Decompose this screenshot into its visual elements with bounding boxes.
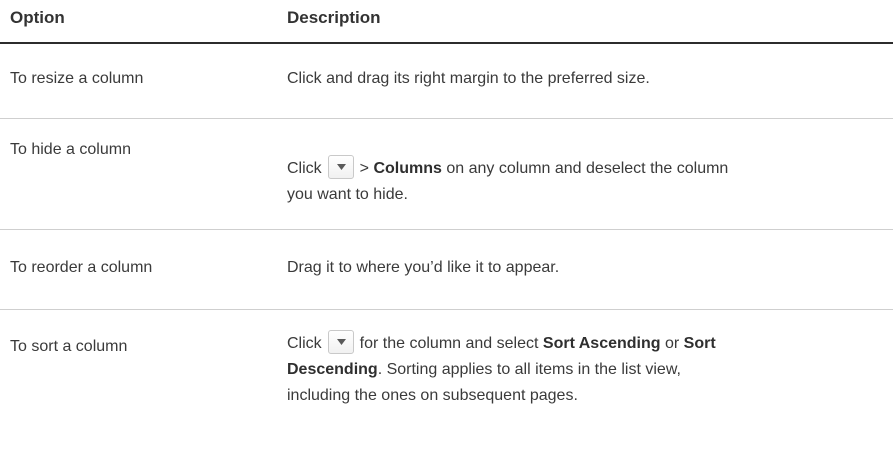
description-text: Click bbox=[287, 335, 322, 352]
description-text: on any column and deselect the column bbox=[446, 160, 729, 177]
table-row: To resize a column Click and drag its ri… bbox=[0, 44, 893, 119]
description-text: you want to hide. bbox=[287, 186, 408, 203]
description-cell: Click and drag its right margin to the p… bbox=[287, 66, 887, 92]
description-bold: Sort Ascending bbox=[542, 335, 661, 352]
column-menu-button[interactable] bbox=[327, 154, 354, 179]
header-option: Option bbox=[10, 8, 65, 27]
description-cell: Click for the column and select Sort Asce… bbox=[287, 329, 887, 409]
description-line: including the ones on subsequent pages. bbox=[287, 383, 887, 409]
dropdown-arrow-icon bbox=[336, 338, 346, 345]
option-cell: To reorder a column bbox=[10, 259, 153, 276]
description-text: for the column and select bbox=[359, 335, 539, 352]
option-cell: To resize a column bbox=[10, 70, 144, 87]
options-table: Option Description To resize a column Cl… bbox=[0, 0, 893, 450]
option-cell: To hide a column bbox=[10, 141, 131, 158]
description-bold: Sort bbox=[683, 335, 716, 352]
description-bold: Columns bbox=[373, 160, 442, 177]
description-text: Click bbox=[287, 160, 322, 177]
description-line: Click > Columns on any column and deselec… bbox=[287, 154, 887, 182]
description-line: you want to hide. bbox=[287, 182, 887, 208]
dropdown-arrow-icon bbox=[336, 163, 346, 170]
table-row: To sort a column Click for the column and… bbox=[0, 310, 893, 450]
description-line: Click for the column and select Sort Asce… bbox=[287, 329, 887, 357]
description-cell: Drag it to where you’d like it to appear… bbox=[287, 255, 887, 281]
column-menu-button[interactable] bbox=[327, 329, 354, 354]
option-cell: To sort a column bbox=[10, 338, 128, 355]
header-description: Description bbox=[287, 8, 381, 27]
description-bold: Descending bbox=[287, 361, 378, 378]
description-text: Click and drag its right margin to the p… bbox=[287, 70, 650, 87]
table-header: Option Description bbox=[0, 0, 893, 44]
description-text: including the ones on subsequent pages. bbox=[287, 387, 578, 404]
description-cell: Click > Columns on any column and deselec… bbox=[287, 154, 887, 208]
description-text: or bbox=[664, 335, 680, 352]
description-text: > bbox=[359, 160, 370, 177]
table-row: To reorder a column Drag it to where you… bbox=[0, 230, 893, 310]
description-line: Descending. Sorting applies to all items… bbox=[287, 357, 887, 383]
description-text: . Sorting applies to all items in the li… bbox=[377, 361, 681, 378]
description-text: Drag it to where you’d like it to appear… bbox=[287, 259, 560, 276]
table-row: To hide a column Click > Columns on any c… bbox=[0, 119, 893, 230]
